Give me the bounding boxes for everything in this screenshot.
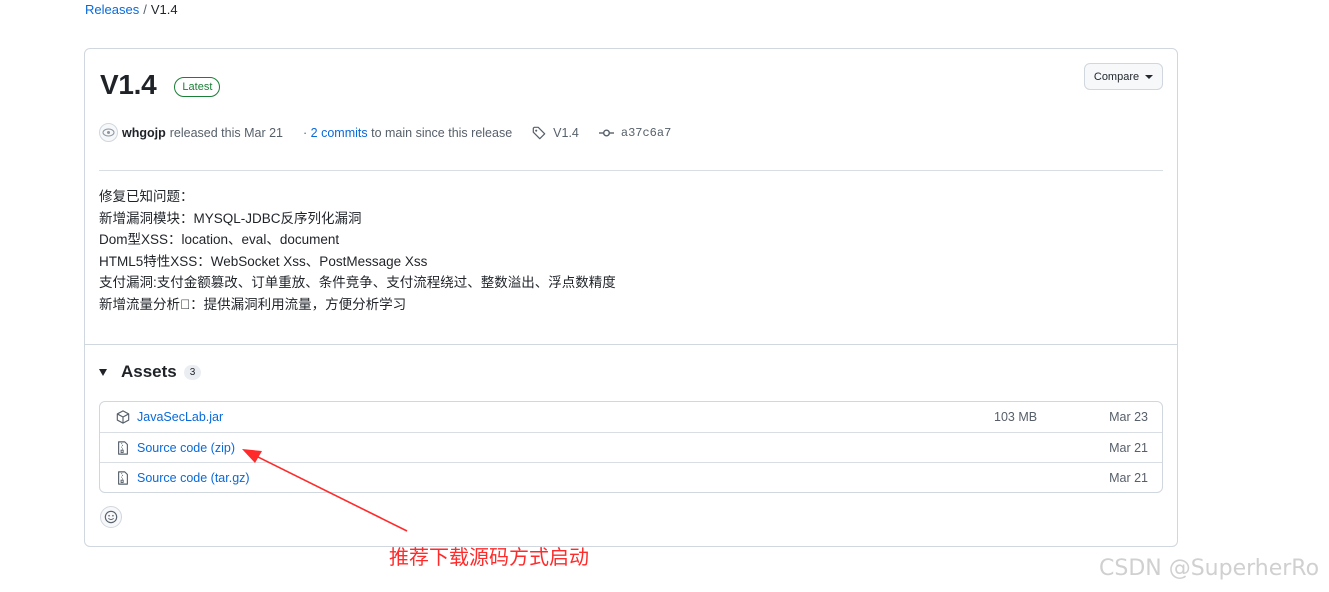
asset-link[interactable]: Source code (zip) — [137, 441, 235, 455]
release-notes: 修复已知问题： 新增漏洞模块：MYSQL-JDBC反序列化漏洞 Dom型XSS：… — [99, 186, 616, 315]
assets-section: Assets 3 JavaSecLab.jar 103 MB Mar 23 So… — [85, 344, 1177, 528]
asset-link[interactable]: Source code (tar.gz) — [137, 471, 250, 485]
asset-row: Source code (zip) Mar 21 — [100, 432, 1162, 462]
breadcrumb-current: V1.4 — [150, 2, 178, 17]
asset-date: Mar 23 — [1109, 410, 1148, 424]
asset-name: Source code — [137, 440, 208, 455]
tag-link[interactable]: V1.4 — [532, 126, 579, 140]
commits-suffix: to main since this release — [371, 125, 513, 140]
asset-link[interactable]: JavaSecLab.jar — [137, 410, 223, 424]
release-note-line: 修复已知问题： — [99, 189, 194, 204]
release-note-line: Dom型XSS：location、eval、document — [99, 232, 340, 247]
released-text: released this Mar 21 — [169, 125, 284, 140]
commits-info: · 2 commits to main since this release — [303, 126, 512, 140]
release-note-line: 新增流量分析 ：提供漏洞利用流量，方便分析学习 — [99, 296, 407, 312]
avatar-eye-icon — [102, 128, 115, 137]
commit-sha-link[interactable]: a37c6a7 — [598, 125, 672, 140]
release-note-line: 新增漏洞模块：MYSQL-JDBC反序列化漏洞 — [99, 210, 362, 226]
release-title[interactable]: V1.4 — [100, 69, 157, 101]
commits-prefix: · — [303, 125, 308, 140]
annotation-text: 推荐下载源码方式启动 — [389, 545, 589, 569]
asset-name: Source code — [137, 470, 208, 485]
caret-down-icon — [1145, 74, 1154, 79]
triangle-down-icon — [99, 368, 107, 376]
asset-size: 103 MB — [994, 410, 1038, 424]
asset-suffix: (zip) — [210, 440, 235, 455]
commit-sha: a37c6a7 — [620, 125, 672, 140]
assets-toggle[interactable]: Assets 3 — [99, 362, 202, 382]
latest-badge: Latest — [174, 77, 221, 97]
release-meta: whgojp released this Mar 21 · 2 commits … — [99, 123, 671, 142]
breadcrumb-separator: / — [143, 2, 147, 17]
git-commit-icon — [598, 128, 614, 137]
release-note-line: HTML5特性XSS：WebSocket Xss、PostMessage Xss — [99, 253, 428, 269]
compare-button[interactable]: Compare — [1084, 63, 1163, 90]
asset-suffix: (tar.gz) — [210, 470, 250, 485]
author-link[interactable]: whgojp — [122, 126, 166, 140]
release-card: V1.4 Latest Compare whgojp released this… — [84, 48, 1178, 547]
assets-list: JavaSecLab.jar 103 MB Mar 23 Source code… — [99, 401, 1163, 493]
file-zip-icon — [116, 470, 130, 485]
commits-link[interactable]: 2 commits — [311, 126, 368, 140]
asset-date: Mar 21 — [1109, 440, 1148, 455]
compare-label: Compare — [1093, 70, 1140, 83]
tag-label: V1.4 — [553, 125, 579, 140]
asset-date: Mar 21 — [1109, 470, 1148, 485]
breadcrumb-releases-link[interactable]: Releases — [85, 2, 139, 17]
asset-row: Source code (tar.gz) Mar 21 — [100, 462, 1162, 492]
file-zip-icon — [116, 440, 130, 455]
package-icon — [116, 410, 130, 424]
release-note-line: 支付漏洞:支付金额篡改、订单重放、条件竞争、支付流程绕过、整数溢出、浮点数精度 — [99, 275, 616, 290]
add-reaction-button[interactable] — [100, 506, 122, 528]
watermark: CSDN @SuperherRo — [1099, 556, 1320, 581]
assets-count-badge: 3 — [183, 364, 202, 380]
divider — [99, 170, 1163, 171]
breadcrumb: Releases / V1.4 — [85, 2, 178, 17]
assets-title: Assets — [121, 362, 177, 381]
avatar[interactable] — [99, 123, 118, 142]
tag-icon — [532, 126, 546, 139]
release-header: V1.4 Latest — [100, 69, 221, 101]
smiley-icon — [104, 510, 118, 524]
asset-row: JavaSecLab.jar 103 MB Mar 23 — [100, 402, 1162, 432]
asset-name: JavaSecLab.jar — [137, 410, 224, 424]
